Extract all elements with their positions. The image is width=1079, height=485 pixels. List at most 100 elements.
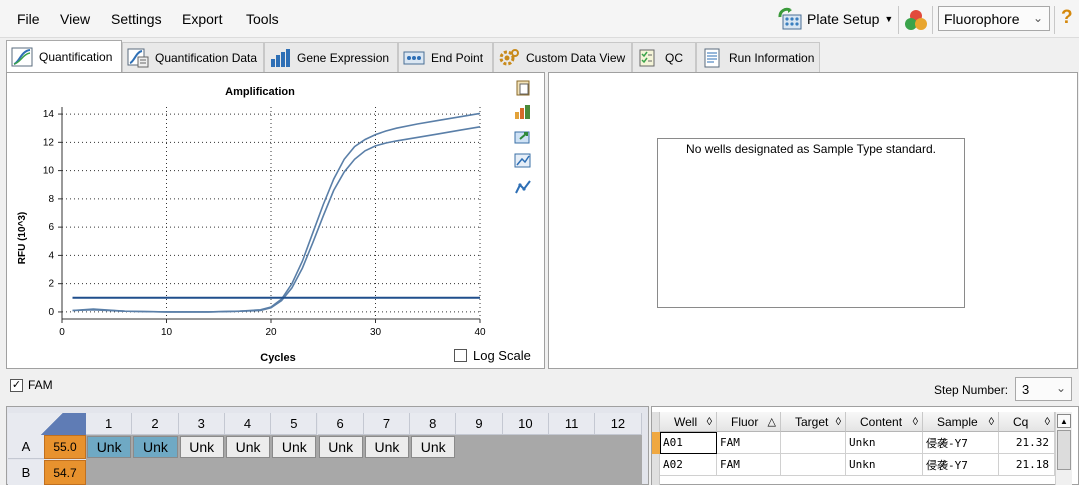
row-a-temperature: 55.0: [44, 435, 86, 459]
results-scrollbar[interactable]: ▲: [1055, 412, 1072, 485]
y-tick-label: 6: [48, 222, 54, 233]
column-header-target[interactable]: Target ◊: [781, 412, 846, 432]
help-icon[interactable]: ?: [1061, 7, 1073, 29]
sort-icon[interactable]: ◊: [1045, 416, 1050, 428]
table-cell: 侵袭-Y7: [923, 454, 999, 476]
column-header-sample[interactable]: Sample ◊: [923, 412, 999, 432]
table-cell[interactable]: A02: [660, 454, 717, 476]
tab-label: Run Information: [729, 50, 815, 65]
step-number-select[interactable]: 3 ⌄: [1015, 377, 1072, 401]
copy-icon[interactable]: [514, 80, 532, 96]
column-header[interactable]: 1: [86, 413, 133, 435]
column-header-label: Content: [860, 414, 903, 429]
row-label-a[interactable]: A: [8, 435, 44, 459]
plate-well[interactable]: Unk: [87, 436, 132, 458]
column-header[interactable]: 10: [502, 413, 549, 435]
tab-quantification[interactable]: Quantification: [6, 40, 122, 72]
log-scale-checkbox[interactable]: [454, 348, 467, 362]
y-tick-label: 14: [43, 109, 55, 120]
color-dots-icon: [905, 10, 927, 30]
column-header-well[interactable]: Well ◊: [660, 412, 717, 432]
fam-toggle[interactable]: ✓ FAM: [10, 378, 53, 392]
sort-icon[interactable]: ◊: [707, 416, 712, 428]
separator: [898, 6, 899, 34]
standard-curve-box: No wells designated as Sample Type stand…: [657, 138, 965, 308]
tab-end-point[interactable]: End Point: [398, 42, 493, 72]
export-chart-icon[interactable]: [514, 129, 532, 145]
menu-file[interactable]: File: [17, 11, 40, 27]
zoom-chart-icon[interactable]: [514, 153, 532, 169]
menu-view[interactable]: View: [60, 11, 90, 27]
tab-label: Quantification Data: [155, 50, 258, 65]
column-header-label: Target: [795, 414, 829, 429]
menu-settings[interactable]: Settings: [111, 11, 162, 27]
sort-icon[interactable]: ◊: [913, 416, 918, 428]
fluorophore-select[interactable]: Fluorophore ⌄: [938, 6, 1050, 31]
scrollbar-thumb[interactable]: [1057, 430, 1071, 470]
column-header[interactable]: 3: [178, 413, 225, 435]
row-label-b[interactable]: B: [8, 460, 44, 485]
column-header-label: Sample: [937, 414, 978, 429]
tab-label: Gene Expression: [297, 50, 390, 65]
column-header[interactable]: 8: [410, 413, 457, 435]
tab-quantification-data[interactable]: Quantification Data: [122, 42, 264, 72]
separator: [1054, 6, 1055, 34]
menu-export[interactable]: Export: [182, 11, 222, 27]
column-header[interactable]: 2: [132, 413, 179, 435]
x-tick-label: 20: [265, 327, 277, 338]
amplification-data-icon: [127, 48, 149, 67]
column-header-fluor[interactable]: Fluor △: [717, 412, 781, 432]
plate-well[interactable]: Unk: [133, 436, 178, 458]
sort-icon[interactable]: ◊: [989, 416, 994, 428]
column-header[interactable]: 12: [595, 413, 642, 435]
step-number-value: 3: [1022, 381, 1030, 397]
chart-tools-icon[interactable]: [514, 104, 532, 120]
x-tick-label: 10: [161, 327, 173, 338]
y-tick-label: 10: [43, 166, 55, 177]
column-header-content[interactable]: Content ◊: [846, 412, 923, 432]
log-scale-toggle[interactable]: Log Scale: [454, 347, 544, 363]
y-axis-label: RFU (10^3): [17, 212, 28, 265]
column-header[interactable]: 4: [224, 413, 272, 435]
tab-custom-data-view[interactable]: Custom Data View: [493, 42, 632, 72]
table-cell: Unkn: [846, 454, 923, 476]
table-cell: [781, 454, 846, 476]
menu-bar: File View Settings Export Tools Plate Se…: [0, 0, 1079, 38]
plate-well[interactable]: Unk: [364, 436, 410, 458]
table-cell: FAM: [717, 432, 781, 454]
sort-icon[interactable]: ◊: [836, 416, 841, 428]
table-cell[interactable]: A01: [660, 432, 717, 454]
table-cell: [781, 432, 846, 454]
no-standard-message: No wells designated as Sample Type stand…: [686, 142, 936, 156]
scroll-up-icon[interactable]: ▲: [1057, 414, 1071, 428]
checklist-icon: [639, 49, 655, 66]
plate-well[interactable]: Unk: [179, 436, 224, 458]
y-tick-label: 4: [48, 250, 54, 261]
plate-well[interactable]: Unk: [272, 436, 317, 458]
sort-icon[interactable]: △: [768, 415, 776, 428]
step-number-label: Step Number:: [934, 383, 1009, 397]
table-cell: Unkn: [846, 432, 923, 454]
end-point-icon: [403, 51, 425, 64]
column-header-label: Well: [674, 414, 698, 429]
tab-qc[interactable]: QC: [632, 42, 696, 72]
fam-checkbox[interactable]: ✓: [10, 378, 23, 392]
plate-well[interactable]: Unk: [318, 436, 363, 458]
trace-styles-icon[interactable]: [514, 179, 532, 195]
column-header-cq[interactable]: Cq ◊: [999, 412, 1055, 432]
column-header[interactable]: 7: [363, 413, 411, 435]
column-header[interactable]: 6: [317, 413, 364, 435]
tab-gene-expression[interactable]: Gene Expression: [264, 42, 398, 72]
y-tick-label: 2: [48, 279, 54, 290]
plate-well[interactable]: Unk: [411, 436, 456, 458]
plate-well[interactable]: Unk: [225, 436, 271, 458]
tab-run-information[interactable]: Run Information: [696, 42, 820, 72]
column-header[interactable]: 9: [456, 413, 503, 435]
column-header[interactable]: 5: [271, 413, 318, 435]
standard-curve-panel: No wells designated as Sample Type stand…: [548, 72, 1078, 369]
plate-setup-button[interactable]: Plate Setup ▼: [777, 6, 895, 32]
column-header[interactable]: 11: [549, 413, 596, 435]
menu-tools[interactable]: Tools: [246, 11, 279, 27]
fluorophore-color-button[interactable]: [903, 8, 929, 32]
table-cell: FAM: [717, 454, 781, 476]
